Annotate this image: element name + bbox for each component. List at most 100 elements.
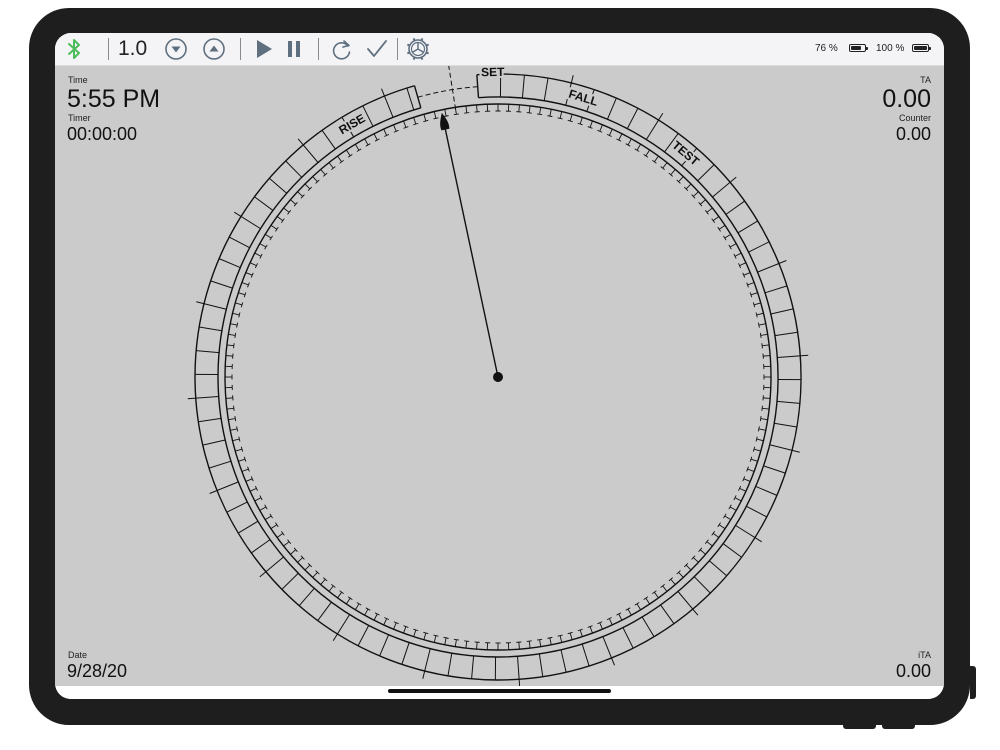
dial-tick-cap (723, 513, 727, 519)
device-battery-text: 76 % (815, 43, 838, 54)
dial-band-division (229, 236, 250, 249)
gear-icon[interactable] (404, 36, 432, 62)
dial-tick (599, 622, 603, 630)
dial-tick (476, 642, 478, 650)
gear-tooth (406, 51, 411, 55)
dial-band-division (208, 460, 232, 469)
dial-tick (618, 133, 623, 141)
dial-tick-cap (236, 322, 239, 328)
dial-tick (373, 613, 378, 621)
dial-band-division (748, 241, 770, 253)
dial-band-division (259, 556, 284, 578)
redo-icon[interactable] (329, 36, 355, 62)
chevron-up-circle-icon[interactable] (201, 36, 227, 62)
needle-tip-shape (440, 112, 450, 131)
gear-tooth (406, 43, 411, 47)
date-label: Date (68, 650, 88, 660)
dial-tick-cap (652, 159, 657, 164)
dial-tick-cap (464, 640, 470, 642)
remote-battery-text: 100 % (876, 43, 905, 54)
dial-tick-cap (234, 332, 237, 338)
dial-tick (670, 169, 676, 176)
dial-band-division (471, 655, 475, 679)
dial-tick-cap (761, 343, 763, 349)
side-button (970, 666, 976, 699)
dial-tick (238, 292, 246, 296)
dial-tick (238, 458, 246, 462)
dial-tick-cap (755, 312, 758, 318)
dial-band-division (708, 560, 728, 577)
dial-tick (230, 323, 238, 326)
dial-tick (423, 114, 427, 122)
dial-band-division (254, 196, 274, 211)
dial-tick-cap (537, 113, 543, 116)
dial-tick (230, 428, 238, 431)
home-indicator[interactable] (388, 689, 611, 693)
dial-tick-cap (526, 640, 532, 642)
dial-tick (636, 143, 642, 151)
dial-tick (476, 104, 478, 112)
dial-label-set: SET (481, 66, 505, 79)
date-value: 9/28/20 (67, 661, 128, 681)
dial-tick (627, 608, 632, 616)
dial-tick (403, 120, 407, 128)
dial-tick (762, 344, 770, 347)
pause-icon[interactable] (283, 36, 305, 62)
dial-tick (539, 639, 542, 647)
dial-tick (465, 105, 468, 113)
dial-band-division (722, 543, 742, 558)
dial-tick (753, 448, 761, 452)
dial-band-division (560, 649, 567, 673)
dial-tick (724, 515, 732, 521)
dial-band-division (285, 160, 303, 178)
dial-tick (756, 438, 764, 442)
dial-tick-cap (634, 148, 640, 152)
toolbar-divider (108, 38, 109, 60)
needle-pivot (493, 372, 503, 382)
dial-label-test: TEST (669, 138, 702, 169)
dial-tick (290, 549, 297, 555)
dial-tick (549, 637, 552, 645)
dial-tick (312, 176, 318, 182)
dial-tick (753, 302, 761, 306)
meter-dial[interactable]: SETRISEFALLTEST (55, 66, 944, 686)
dial-band-division (321, 130, 336, 150)
dial-tick (747, 282, 755, 286)
dial-tick (756, 312, 764, 316)
dial-tick (226, 344, 234, 347)
dial-tick (283, 541, 290, 547)
dial-tick (241, 282, 249, 286)
dial-tick (636, 603, 642, 611)
rate-value: 1.0 (118, 37, 148, 60)
ita-value: 0.00 (895, 661, 931, 681)
dial-tick (539, 107, 542, 115)
dial-tick-cap (275, 522, 279, 528)
timer-label: Timer (68, 113, 91, 123)
dial-tick (320, 169, 326, 176)
dial-band-division (763, 465, 786, 474)
checkmark-icon[interactable] (364, 36, 390, 62)
dial-tick (693, 557, 699, 563)
dial-tick-cap (652, 590, 657, 595)
dial-tick (225, 397, 233, 399)
dial-tick (403, 626, 407, 634)
dial-tick (518, 104, 520, 112)
dial-tick-cap (717, 522, 721, 528)
dial-tick-cap (356, 148, 362, 152)
dial-tick (354, 603, 360, 611)
dial-tick-cap (537, 638, 543, 641)
dial-tick (653, 155, 659, 163)
dial-tick (662, 162, 668, 169)
dial-band-division (660, 604, 675, 624)
bluetooth-icon[interactable] (63, 36, 85, 62)
gear-tooth (412, 37, 416, 42)
chevron-down-circle-icon[interactable] (163, 36, 189, 62)
needle-shaft (443, 123, 499, 378)
dial-tick (760, 333, 768, 336)
play-icon[interactable] (253, 36, 275, 62)
dial-tick (383, 128, 388, 136)
dial-tick (559, 111, 563, 119)
dial-tick (364, 608, 369, 616)
dial-tick (579, 117, 583, 125)
dial-tick (312, 572, 318, 578)
